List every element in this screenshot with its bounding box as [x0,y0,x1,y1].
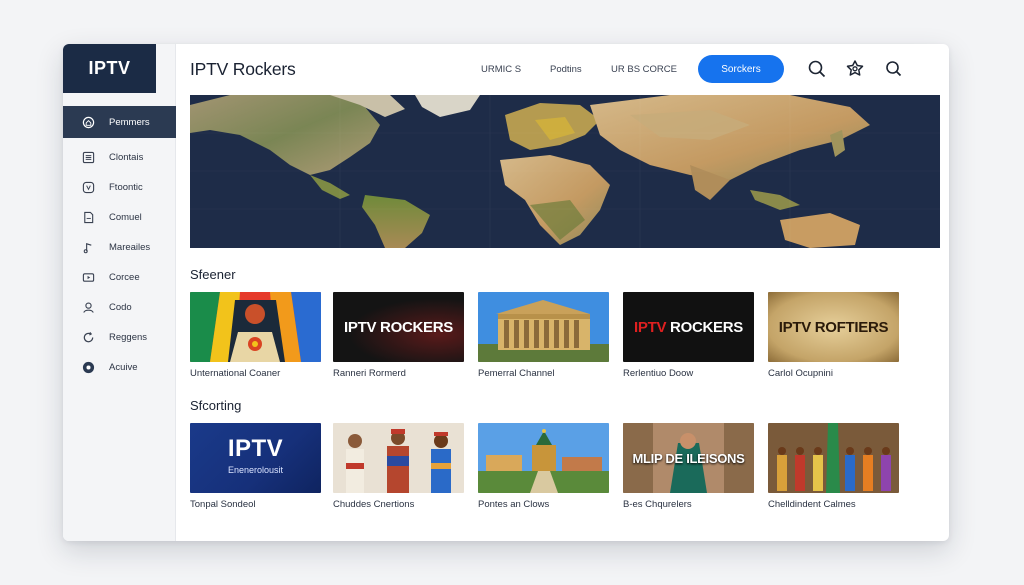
card-caption: Pemerral Channel [478,368,555,379]
sidebar-item-label: Comuel [109,211,142,223]
badge-icon [81,180,95,194]
world-map-banner[interactable] [190,95,940,248]
channel-card[interactable]: Chelldindent Calmes [768,423,899,510]
card-caption: Tonpal Sondeol [190,499,256,510]
channel-thumbnail: IPTV Enenerolousit [190,423,321,493]
channel-card[interactable]: IPTV ROCKERS Ranneri Rormerd [333,292,464,379]
page-title: IPTV Rockers [190,59,296,79]
sidebar-item-label: Codo [109,301,132,313]
refresh-icon [81,330,95,344]
thumbnail-title: IPTV ROCKERS [344,318,453,336]
card-caption: Chelldindent Calmes [768,499,856,510]
card-caption: Rerlentiuo Doow [623,368,694,379]
sidebar-item-label: Acuive [109,361,138,373]
sidebar-item-label: Reggens [109,331,148,343]
thumbnail-title: IPTV ROFTIERS [778,318,889,336]
nav-link-urmic[interactable]: URMIC S [481,64,521,75]
music-icon [81,240,95,254]
settings-icon[interactable] [845,59,865,79]
channel-card[interactable]: Pemerral Channel [478,292,609,379]
channel-thumbnail [478,292,609,362]
sidebar-nav: Pemmers Clontais Ftoontic Comuel Mareail… [63,106,176,382]
sidebar-item-label: Ftoontic [109,181,143,193]
channel-card[interactable]: Unternational Coaner [190,292,321,379]
channel-card[interactable]: IPTV Enenerolousit Tonpal Sondeol [190,423,321,510]
play-icon [81,270,95,284]
channel-card[interactable]: Pontes an Clows [478,423,609,510]
section-title: Sfeener [190,267,236,282]
list-icon [81,150,95,164]
search-icon[interactable] [884,59,904,79]
card-caption: Pontes an Clows [478,499,550,510]
sidebar-item-label: Mareailes [109,241,151,253]
sidebar-item-label: Corcee [109,271,140,283]
sidebar-item-acuive[interactable]: Acuive [63,352,176,382]
channel-thumbnail [333,423,464,493]
world-map-image [190,95,940,248]
search-icon[interactable] [807,59,827,79]
channel-thumbnail [768,423,899,493]
thumbnail-title: IPTV ROCKERS [634,318,743,336]
card-caption: Unternational Coaner [190,368,281,379]
sidebar-item-codo[interactable]: Codo [63,292,176,322]
top-bar: IPTV Rockers URMIC S Podtins UR BS CORCE… [176,44,949,94]
card-caption: Carlol Ocupnini [768,368,833,379]
sidebar-item-mareailes[interactable]: Mareailes [63,232,176,262]
channel-thumbnail: IPTV ROCKERS [333,292,464,362]
card-caption: Chuddes Cnertions [333,499,415,510]
sidebar-item-pemmers[interactable]: Pemmers [63,106,176,138]
card-caption: B-es Chqurelers [623,499,692,510]
card-caption: Ranneri Rormerd [333,368,406,379]
channel-card[interactable]: IPTV ROCKERS Rerlentiuo Doow [623,292,754,379]
channel-thumbnail: IPTV ROFTIERS [768,292,899,362]
channel-thumbnail [190,292,321,362]
sidebar-item-reggens[interactable]: Reggens [63,322,176,352]
sidebar-item-label: Clontais [109,151,144,163]
sidebar-item-ftoontic[interactable]: Ftoontic [63,172,176,202]
document-icon [81,210,95,224]
section-title: Sfcorting [190,398,242,413]
sidebar: IPTV Pemmers Clontais Ftoontic Comuel Ma… [63,44,176,541]
sidebar-item-label: Pemmers [109,116,150,128]
logo[interactable]: IPTV [63,44,156,93]
sidebar-item-clontais[interactable]: Clontais [63,142,176,172]
channel-thumbnail: IPTV ROCKERS [623,292,754,362]
record-icon [81,360,95,374]
thumbnail-title: IPTV [227,435,284,462]
sorckers-button[interactable]: Sorckers [698,55,784,83]
nav-link-podtins[interactable]: Podtins [550,64,582,75]
nav-link-urbs[interactable]: UR BS CORCE [611,64,677,75]
app-window: IPTV Pemmers Clontais Ftoontic Comuel Ma… [63,44,949,541]
channel-card[interactable]: IPTV ROFTIERS Carlol Ocupnini [768,292,899,379]
thumbnail-title: MLIP DE ILEISONS [632,450,745,466]
home-icon [81,115,95,129]
channel-thumbnail: MLIP DE ILEISONS [623,423,754,493]
sidebar-item-comuel[interactable]: Comuel [63,202,176,232]
thumbnail-subtitle: Enenerolousit [227,465,284,475]
channel-card[interactable]: MLIP DE ILEISONS B-es Chqurelers [623,423,754,510]
channel-card[interactable]: Chuddes Cnertions [333,423,464,510]
user-icon [81,300,95,314]
sidebar-item-corcee[interactable]: Corcee [63,262,176,292]
channel-thumbnail [478,423,609,493]
